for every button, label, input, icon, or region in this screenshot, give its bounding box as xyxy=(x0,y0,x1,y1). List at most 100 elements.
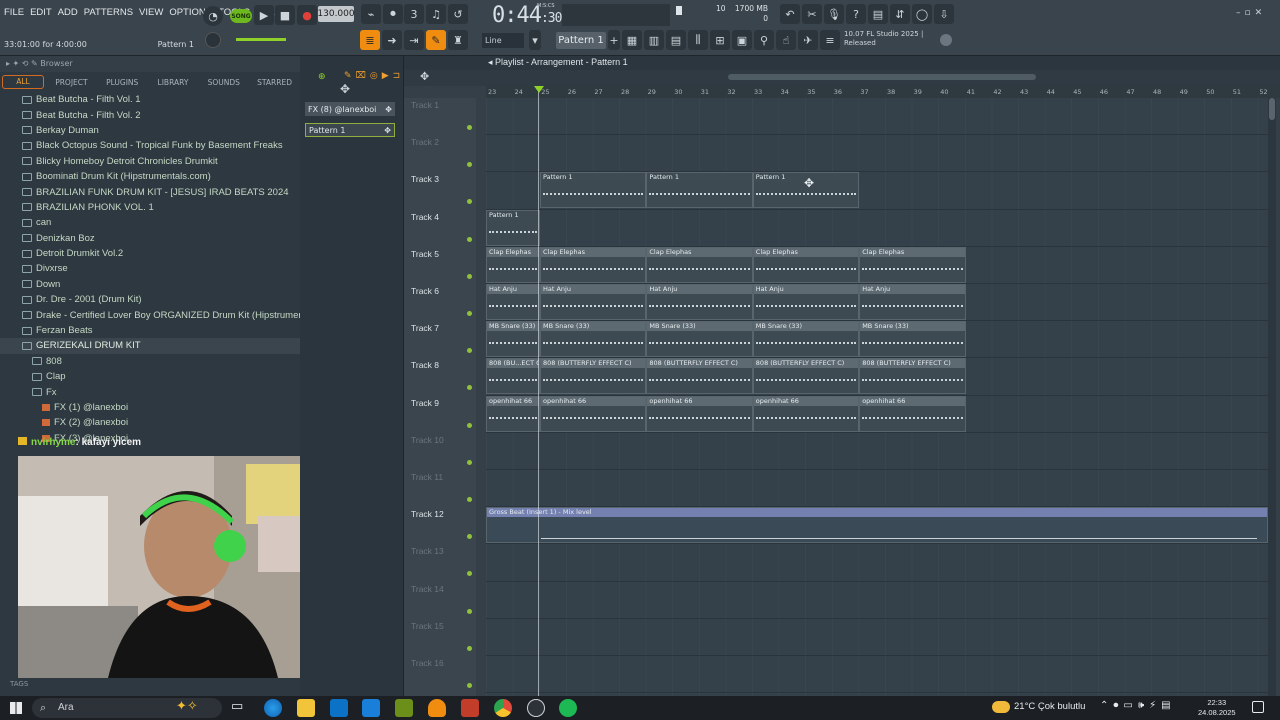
audio-clip[interactable]: Clap Elephas xyxy=(752,246,860,283)
browser-file[interactable]: FX (1) @lanexboi xyxy=(0,400,300,415)
playhead[interactable] xyxy=(538,88,539,698)
piano-roll-icon[interactable]: ▥ xyxy=(644,30,664,50)
snap-arrow-icon[interactable]: ➜ xyxy=(382,30,402,50)
audio-clip[interactable]: Clap Elephas xyxy=(859,246,966,283)
timeline-ruler[interactable]: 23 24 25 26 27 28 29 30 31 32 33 34 35 36 37 38 39 40 41 42… xyxy=(486,86,1280,98)
browser-folder[interactable]: BRAZILIAN FUNK DRUM KIT - [JESUS] IRAD B… xyxy=(0,184,300,199)
chrome-icon[interactable] xyxy=(494,699,512,717)
browser-tab-library[interactable]: LIBRARY xyxy=(148,78,199,87)
taskbar-clock[interactable]: 22:33 24.08.2025 xyxy=(1198,698,1236,718)
windows-start-icon[interactable] xyxy=(10,702,22,714)
stop-button[interactable]: ■ xyxy=(275,5,295,25)
track-name[interactable]: Track 16 xyxy=(411,658,444,668)
audio-clip[interactable]: Hat Anju xyxy=(752,284,860,320)
browser-folder[interactable]: Drake - Certified Lover Boy ORGANIZED Dr… xyxy=(0,307,300,322)
track-name[interactable]: Track 14 xyxy=(411,584,444,594)
store-icon[interactable] xyxy=(362,699,380,717)
countdown-icon[interactable]: 3 xyxy=(404,4,424,24)
browser-tab-starred[interactable]: STARRED xyxy=(249,78,300,87)
audio-clip[interactable]: openhihat 66 xyxy=(646,395,753,432)
audio-clip[interactable]: MB Snare (33) xyxy=(752,321,860,358)
tray-icons[interactable]: ⌃⏺▭🕪⚡▤ xyxy=(1100,700,1176,711)
audio-clip[interactable]: Hat Anju xyxy=(540,284,647,320)
metronome-icon[interactable]: ◔ xyxy=(203,6,223,26)
audio-clip[interactable]: openhihat 66 xyxy=(752,395,860,432)
fl-studio-icon[interactable] xyxy=(428,699,446,717)
audio-clip[interactable]: 808 (BUTTERFLY EFFECT C) xyxy=(646,358,753,395)
track-lane[interactable] xyxy=(486,210,1270,247)
playlist-icon[interactable]: ≣ xyxy=(360,30,380,50)
audio-clip[interactable]: openhihat 66 xyxy=(540,395,647,432)
horizontal-scroll[interactable] xyxy=(728,74,1036,80)
browser-tab-plugins[interactable]: PLUGINS xyxy=(97,78,148,87)
browser-tab-sounds[interactable]: SOUNDS xyxy=(198,78,249,87)
add-pattern-icon[interactable]: + xyxy=(608,30,620,50)
weather-text[interactable]: 21°C Çok bulutlu xyxy=(1014,701,1085,712)
pencil-icon[interactable]: ✎ xyxy=(426,30,446,50)
track-name[interactable]: Track 11 xyxy=(411,472,443,482)
track-name[interactable]: Track 7 xyxy=(411,323,439,333)
track-mute-led[interactable] xyxy=(467,608,472,614)
browser-folder[interactable]: Clap xyxy=(0,369,300,384)
audio-clip[interactable]: 808 (BUTTERFLY EFFECT C) xyxy=(752,358,860,395)
play-button[interactable]: ▶ xyxy=(254,5,274,25)
touch-icon[interactable]: ☝ xyxy=(776,30,796,50)
snap-select[interactable]: Line xyxy=(482,33,524,48)
browser-folder[interactable]: BRAZILIAN PHONK VOL. 1 xyxy=(0,200,300,215)
vertical-scrollbar[interactable] xyxy=(1268,98,1276,696)
step-edit-icon[interactable]: ⇥ xyxy=(404,30,424,50)
file-explorer-icon[interactable] xyxy=(297,699,315,717)
audio-clip[interactable]: Hat Anju xyxy=(646,284,753,320)
mixer-icon[interactable]: ⫼ xyxy=(688,30,708,50)
menu-add[interactable]: ADD xyxy=(58,7,78,18)
track-name[interactable]: Track 8 xyxy=(411,360,439,370)
pickup-icon[interactable]: ✈ xyxy=(798,30,818,50)
audio-clip[interactable]: Hat Anju xyxy=(486,284,540,320)
master-volume-slider[interactable] xyxy=(236,38,286,41)
playhead-marker-icon[interactable] xyxy=(534,86,544,93)
browser-folder[interactable]: Down xyxy=(0,277,300,292)
pattern-clip[interactable]: Pattern 1 xyxy=(486,209,540,246)
vertical-scroll-thumb[interactable] xyxy=(1269,98,1275,120)
browser-folder[interactable]: Black Octopus Sound - Tropical Funk by B… xyxy=(0,138,300,153)
track-name[interactable]: Track 3 xyxy=(411,174,439,184)
track-mute-led[interactable] xyxy=(467,645,472,651)
track-name[interactable]: Track 4 xyxy=(411,212,439,222)
audio-clip[interactable]: Clap Elephas xyxy=(540,246,647,283)
sync-icon[interactable]: ⇵ xyxy=(890,4,910,24)
spotify-icon[interactable] xyxy=(559,699,577,717)
blend-notes-icon[interactable]: ♫ xyxy=(426,4,446,24)
typing-keyboard-icon[interactable]: ⌁ xyxy=(361,4,381,24)
track-name[interactable]: Track 1 xyxy=(411,100,439,110)
browser-folder[interactable]: Divxrse xyxy=(0,261,300,276)
browser-folder[interactable]: Ferzan Beats xyxy=(0,323,300,338)
track-mute-led[interactable] xyxy=(467,683,472,688)
track-name[interactable]: Track 15 xyxy=(411,621,444,631)
audio-clip[interactable]: openhihat 66 xyxy=(859,395,966,432)
audio-clip[interactable]: MB Snare (33) xyxy=(540,321,647,358)
audio-clip[interactable]: MB Snare (33) xyxy=(486,321,540,358)
menu-view[interactable]: VIEW xyxy=(139,7,163,18)
browser-folder[interactable]: Dr. Dre - 2001 (Drum Kit) xyxy=(0,292,300,307)
browser-folder[interactable]: Fx xyxy=(0,384,300,399)
audio-clip[interactable]: MB Snare (33) xyxy=(859,321,966,358)
track-mute-led[interactable] xyxy=(467,162,472,168)
save-icon[interactable]: ▤ xyxy=(868,4,888,24)
browser-folder[interactable]: Denizkan Boz xyxy=(0,231,300,246)
track-mute-led[interactable] xyxy=(467,125,472,130)
audio-clip[interactable]: openhihat 66 xyxy=(486,395,540,432)
move-panel-icon[interactable]: ✥ xyxy=(340,82,350,96)
stamp-icon[interactable]: ♜ xyxy=(448,30,468,50)
track-mute-led[interactable] xyxy=(467,571,472,577)
track-lane[interactable] xyxy=(486,135,1270,173)
browser-folder[interactable]: Beat Butcha - Filth Vol. 1 xyxy=(0,92,300,107)
track-lane[interactable] xyxy=(486,544,1270,582)
track-mute-led[interactable] xyxy=(467,459,472,465)
browser-folder[interactable]: GERIZEKALI DRUM KIT xyxy=(0,338,300,354)
pattern-clip[interactable]: Pattern 1 xyxy=(646,172,753,209)
track-name[interactable]: Track 10 xyxy=(411,435,444,445)
tempo-display[interactable]: 130.000 xyxy=(317,6,355,22)
browser-arrows-icon[interactable]: ▸ ✦ ⟲ ✎ xyxy=(6,59,40,68)
playlist-window-icon[interactable]: ▦ xyxy=(622,30,642,50)
audio-clip[interactable]: 808 (BU...ECT C) xyxy=(486,358,540,395)
